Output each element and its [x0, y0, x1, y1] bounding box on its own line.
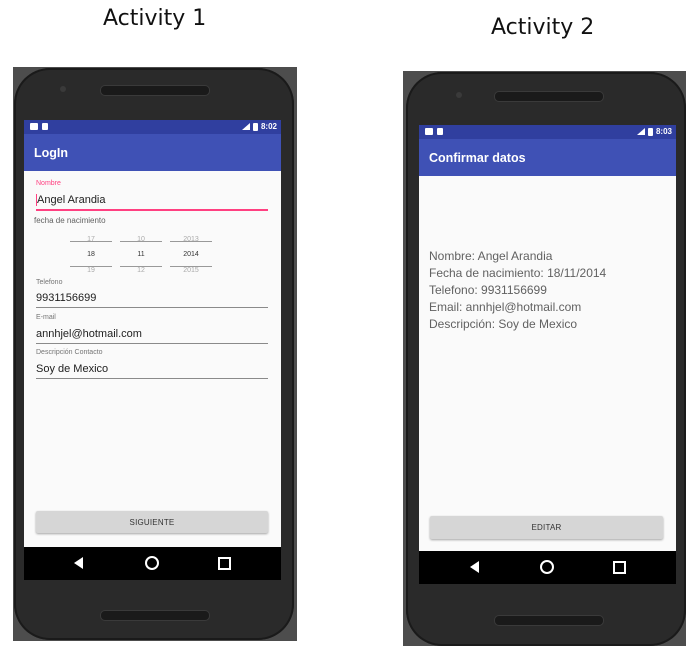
notification-icon [42, 123, 48, 130]
recents-icon[interactable] [218, 557, 231, 570]
activity2-screen: 8:03 Confirmar datos Nombre: Angel Arand… [419, 125, 676, 584]
nombre-value: Angel Arandia [37, 194, 106, 206]
confirm-info: Nombre: Angel Arandia Fecha de nacimient… [429, 248, 606, 333]
page-title: Confirmar datos [429, 151, 526, 165]
telefono-label: Telefono [36, 279, 63, 286]
siguiente-button[interactable]: SIGUIENTE [36, 511, 268, 533]
nav-bar [419, 551, 676, 584]
app-bar: Confirmar datos [419, 139, 676, 176]
email-label: E-mail [36, 314, 56, 321]
notification-icon [437, 128, 443, 135]
info-fecha: Fecha de nacimiento: 18/11/2014 [429, 266, 607, 280]
recents-icon[interactable] [613, 561, 626, 574]
activity1-caption: Activity 1 [103, 6, 207, 31]
notification-icon [425, 128, 433, 135]
activity1-screen: 8:02 LogIn Nombre Angel Arandia fecha de… [24, 120, 281, 580]
back-icon[interactable] [74, 557, 83, 569]
date-picker[interactable]: 17 10 2013 18 11 2014 19 12 2015 [68, 234, 218, 276]
nav-bar [24, 547, 281, 580]
info-email: Email: annhjel@hotmail.com [429, 300, 582, 314]
battery-icon [647, 127, 653, 136]
front-camera [60, 86, 66, 92]
info-telefono: Telefono: 9931156699 [429, 283, 547, 297]
home-icon[interactable] [540, 560, 554, 574]
signal-icon [636, 128, 645, 135]
signal-icon [241, 123, 250, 130]
editar-button[interactable]: EDITAR [430, 516, 663, 539]
notification-icon [30, 123, 38, 130]
page-title: LogIn [34, 146, 69, 160]
year-next[interactable]: 2015 [171, 267, 211, 274]
bottom-speaker [494, 615, 604, 626]
picker-divider [120, 241, 162, 242]
app-bar: LogIn [24, 134, 281, 171]
descripcion-label: Descripción Contacto [36, 349, 103, 356]
email-input[interactable]: annhjel@hotmail.com [36, 326, 268, 346]
status-time: 8:03 [655, 127, 672, 136]
front-camera [456, 92, 462, 98]
top-speaker [494, 91, 604, 102]
telefono-underline [36, 307, 268, 308]
nombre-label: Nombre [36, 180, 61, 187]
email-underline [36, 343, 268, 344]
nombre-input[interactable]: Angel Arandia [36, 192, 268, 212]
info-nombre: Nombre: Angel Arandia [429, 249, 553, 263]
bottom-speaker [100, 610, 210, 621]
year-selected[interactable]: 2014 [171, 251, 211, 258]
descripcion-input[interactable]: Soy de Mexico [36, 361, 268, 381]
nombre-underline [36, 209, 268, 211]
home-icon[interactable] [145, 556, 159, 570]
activity2-caption: Activity 2 [491, 15, 595, 40]
descripcion-underline [36, 378, 268, 379]
day-next[interactable]: 19 [71, 267, 111, 274]
telefono-value: 9931156699 [36, 292, 97, 304]
telefono-input[interactable]: 9931156699 [36, 290, 268, 310]
status-bar: 8:03 [419, 125, 676, 139]
fecha-label: fecha de nacimiento [34, 216, 106, 225]
battery-icon [252, 122, 258, 131]
top-speaker [100, 85, 210, 96]
picker-divider [70, 241, 112, 242]
month-selected[interactable]: 11 [121, 251, 161, 258]
info-descripcion: Descripción: Soy de Mexico [429, 317, 578, 331]
back-icon[interactable] [470, 561, 479, 573]
month-next[interactable]: 12 [121, 267, 161, 274]
descripcion-value: Soy de Mexico [36, 363, 109, 375]
picker-divider [170, 241, 212, 242]
email-value: annhjel@hotmail.com [36, 328, 142, 340]
day-selected[interactable]: 18 [71, 251, 111, 258]
status-bar: 8:02 [24, 120, 281, 134]
status-time: 8:02 [260, 122, 277, 131]
